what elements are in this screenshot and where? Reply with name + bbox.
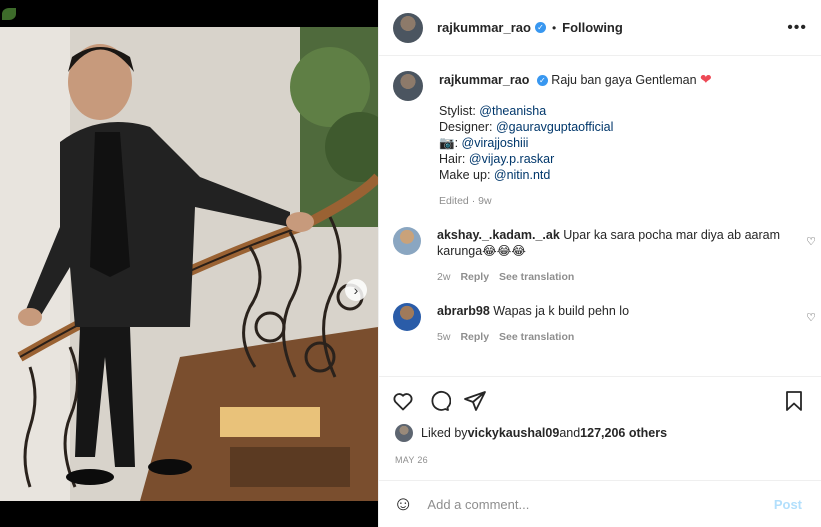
credit-line: 📷: @virajjoshiii [439, 136, 529, 150]
header-separator: • [551, 20, 557, 35]
post-side-panel: rajkummar_rao ✓ • Following ••• rajkumma… [378, 0, 821, 527]
red-heart-emoji: ❤ [700, 71, 712, 87]
caption-author-avatar[interactable] [393, 71, 423, 101]
comment-item: abrarb98 Wapas ja k build pehn lo 5w Rep… [379, 303, 821, 345]
credit-line: Make up: @nitin.ntd [439, 168, 551, 182]
commenter-avatar[interactable] [393, 227, 421, 255]
commenter-username[interactable]: akshay._.kadam._.ak [437, 228, 560, 242]
more-options-icon[interactable]: ••• [787, 19, 807, 37]
see-translation-button[interactable]: See translation [499, 329, 574, 345]
caption-text: Raju ban gaya Gentleman [551, 73, 697, 87]
caption-credits: Stylist: @theanisha Designer: @gauravgup… [439, 103, 712, 183]
liker-username[interactable]: vickykaushal09 [468, 426, 560, 440]
comment-meta: 2w Reply See translation [437, 269, 782, 285]
caption-body: rajkummar_rao ✓ Raju ban gaya Gentleman … [439, 71, 712, 209]
comment-age: 2w [437, 271, 451, 283]
comment-input[interactable] [427, 496, 774, 512]
like-heart-icon[interactable] [391, 389, 415, 413]
post-date: MAY 26 [395, 455, 428, 465]
comment-body: abrarb98 Wapas ja k build pehn lo 5w Rep… [437, 303, 782, 345]
media-bottom-bar [0, 501, 378, 527]
action-bar [379, 376, 821, 424]
post-header: rajkummar_rao ✓ • Following ••• [379, 0, 821, 56]
leaf-decoration [2, 8, 16, 20]
author-avatar[interactable] [393, 12, 423, 43]
liker-avatar[interactable] [395, 424, 413, 442]
credit-tag[interactable]: @vijay.p.raskar [469, 152, 554, 166]
likes-prefix: Liked by [421, 426, 468, 440]
emoji-icon[interactable]: ☺ [393, 493, 413, 516]
credit-line: Hair: @vijay.p.raskar [439, 152, 555, 166]
likes-middle: and [559, 426, 581, 440]
comment-meta: 5w Reply See translation [437, 329, 782, 345]
caption-verified-icon: ✓ [536, 75, 548, 87]
credit-line: Stylist: @theanisha [439, 104, 547, 118]
bookmark-icon[interactable] [782, 389, 806, 413]
credit-line: Designer: @gauravguptaofficial [439, 120, 614, 134]
caption-meta: Edited · 9w [439, 195, 492, 207]
commenter-avatar[interactable] [393, 303, 421, 331]
reply-button[interactable]: Reply [460, 269, 489, 285]
credit-tag[interactable]: @nitin.ntd [494, 168, 550, 182]
comment-like-heart-icon[interactable]: ♡ [806, 235, 816, 248]
credit-tag[interactable]: @theanisha [479, 104, 546, 118]
reply-button[interactable]: Reply [460, 329, 489, 345]
caption-first-line: rajkummar_rao ✓ Raju ban gaya Gentleman … [439, 71, 712, 88]
credit-tag[interactable]: @gauravguptaofficial [496, 120, 613, 134]
see-translation-button[interactable]: See translation [499, 269, 574, 285]
carousel-next-button[interactable]: › [345, 279, 367, 301]
caption-username[interactable]: rajkummar_rao [439, 73, 529, 87]
add-comment-bar: ☺ Post [379, 480, 821, 527]
likes-summary: Liked by vickykaushal09 and 127,206 othe… [395, 424, 667, 442]
post-caption: rajkummar_rao ✓ Raju ban gaya Gentleman … [379, 57, 821, 209]
comment-like-heart-icon[interactable]: ♡ [806, 311, 816, 324]
verified-badge-icon: ✓ [534, 22, 546, 33]
comment-age: 5w [437, 331, 451, 343]
post-photo[interactable]: › [0, 27, 378, 501]
commenter-username[interactable]: abrarb98 [437, 304, 490, 318]
comment-item: akshay._.kadam._.ak Upar ka sara pocha m… [379, 227, 821, 285]
comment-text: Wapas ja k build pehn lo [493, 304, 630, 318]
credit-tag[interactable]: @virajjoshiii [462, 136, 529, 150]
media-top-bar [0, 0, 378, 27]
author-username[interactable]: rajkummar_rao [437, 20, 531, 35]
post-media: › [0, 0, 378, 527]
comment-body: akshay._.kadam._.ak Upar ka sara pocha m… [437, 227, 782, 285]
following-button[interactable]: Following [562, 20, 623, 35]
share-paper-plane-icon[interactable] [463, 389, 487, 413]
comment-bubble-icon[interactable] [427, 389, 451, 413]
comments-section: rajkummar_rao ✓ Raju ban gaya Gentleman … [379, 57, 821, 375]
photo-illustration [0, 27, 378, 501]
likes-count[interactable]: 127,206 others [580, 426, 667, 440]
post-comment-button[interactable]: Post [774, 497, 802, 512]
